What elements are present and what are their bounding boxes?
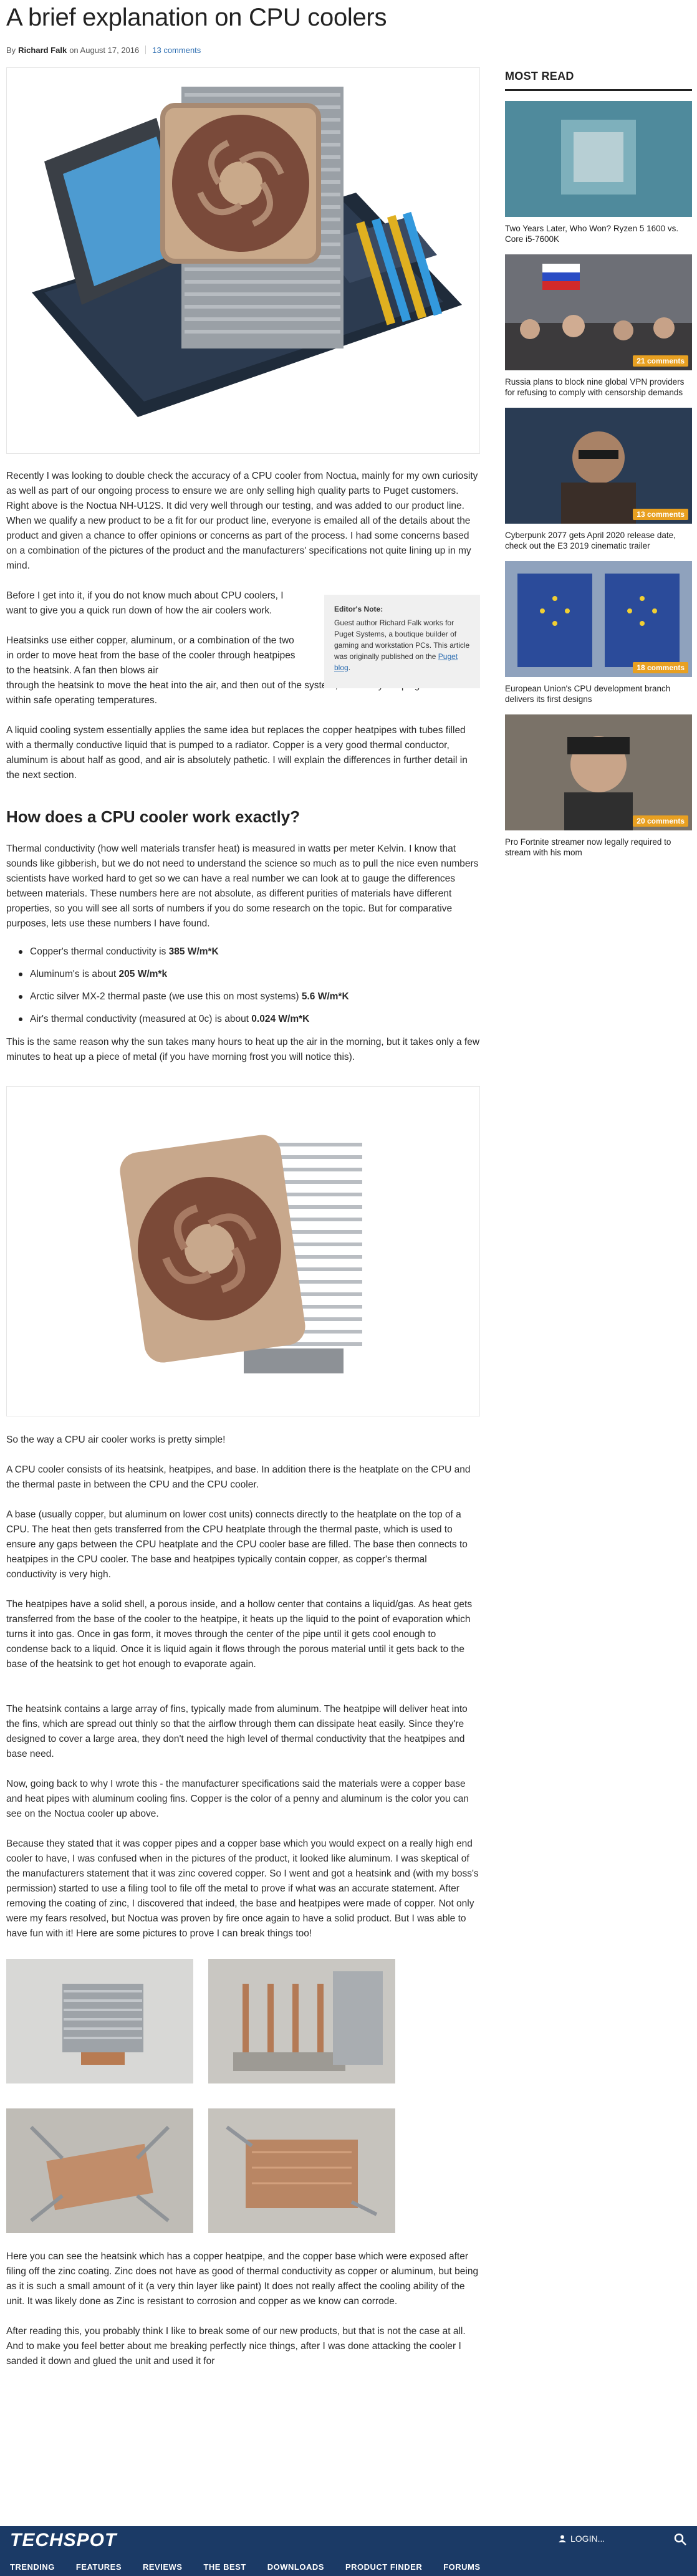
fact-value: 5.6 W/m*K: [301, 991, 349, 1002]
comments-badge: 18 comments: [633, 662, 688, 673]
paragraph-simple: So the way a CPU air cooler works is pre…: [6, 1435, 226, 1445]
most-read-caption[interactable]: Pro Fortnite streamer now legally requir…: [505, 837, 692, 858]
most-read-thumbnail[interactable]: 20 comments: [505, 714, 692, 830]
search-button[interactable]: [673, 2532, 687, 2546]
list-item: Air's thermal conductivity (measured at …: [19, 1012, 480, 1026]
paragraph-after: After reading this, you probably think I…: [6, 2326, 466, 2367]
conductivity-list: Copper's thermal conductivity is 385 W/m…: [19, 945, 480, 1026]
comments-badge: 13 comments: [633, 509, 688, 520]
article-title: A brief explanation on CPU coolers: [6, 4, 387, 31]
login-label: LOGIN...: [570, 2534, 605, 2544]
user-icon: [559, 2535, 566, 2542]
teardown-photo[interactable]: [6, 2108, 193, 2233]
footer-nav: TRENDING FEATURES REVIEWS THE BEST DOWNL…: [0, 2557, 697, 2576]
most-read-caption[interactable]: European Union's CPU development branch …: [505, 683, 692, 704]
teardown-photo[interactable]: [6, 1959, 193, 2083]
section-heading: How does a CPU cooler work exactly?: [6, 807, 300, 826]
author-link[interactable]: Richard Falk: [18, 46, 67, 55]
nav-the-best[interactable]: THE BEST: [203, 2562, 246, 2572]
byline-divider: [145, 46, 147, 54]
paragraph-liquid: A liquid cooling system essentially appl…: [6, 725, 468, 781]
nav-forums[interactable]: FORUMS: [443, 2562, 480, 2572]
intro-wrap: Before I get into it, if you do not know…: [6, 589, 480, 708]
fact-label: Arctic silver MX-2 thermal paste (we use…: [30, 991, 302, 1002]
comments-badge: 21 comments: [633, 355, 688, 367]
editors-note-title: Editor's Note:: [334, 605, 383, 613]
cpu-chip-image: [505, 101, 692, 217]
login-button[interactable]: LOGIN...: [558, 2534, 605, 2544]
paragraph-sun: This is the same reason why the sun take…: [6, 1037, 480, 1062]
site-logo[interactable]: TECHSPOT: [10, 2530, 117, 2551]
paragraph-heatpipes: The heatpipes have a solid shell, a poro…: [6, 1599, 473, 1670]
paragraph-filing: Because they stated that it was copper p…: [6, 1838, 479, 1939]
noctua-cooler-image: [6, 1086, 480, 1416]
eu-flags-image: [505, 561, 692, 677]
most-read-thumbnail[interactable]: 18 comments: [505, 561, 692, 677]
most-read-item[interactable]: 18 comments European Union's CPU develop…: [505, 561, 692, 704]
fact-value: 0.024 W/m*K: [251, 1014, 310, 1024]
sidebar-title: MOST READ: [505, 70, 692, 91]
most-read-item[interactable]: Two Years Later, Who Won? Ryzen 5 1600 v…: [505, 101, 692, 244]
byline-prefix: By: [6, 45, 16, 55]
protest-crowd-image: [505, 254, 692, 370]
fact-label: Aluminum's is about: [30, 969, 119, 979]
heatsink-side-photo: [6, 1959, 193, 2083]
copper-base-photo: [6, 2108, 193, 2233]
paragraph-before: Before I get into it, if you do not know…: [6, 590, 284, 616]
paragraph-base: A base (usually copper, but aluminum on …: [6, 1509, 468, 1580]
search-icon: [674, 2533, 686, 2545]
most-read-caption[interactable]: Cyberpunk 2077 gets April 2020 release d…: [505, 530, 692, 551]
heatpipes-closeup-photo: [208, 1959, 395, 2083]
publish-date: on August 17, 2016: [69, 45, 140, 55]
nav-downloads[interactable]: DOWNLOADS: [267, 2562, 324, 2572]
fact-value: 385 W/m*K: [168, 946, 219, 957]
most-read-thumbnail[interactable]: [505, 101, 692, 217]
noctua-fan-illustration: [7, 1087, 479, 1416]
paragraph-specs: Now, going back to why I wrote this - th…: [6, 1779, 469, 1819]
nav-reviews[interactable]: REVIEWS: [143, 2562, 182, 2572]
nav-product-finder[interactable]: PRODUCT FINDER: [345, 2562, 422, 2572]
teardown-photo[interactable]: [208, 2108, 395, 2233]
cyberpunk-character-image: [505, 408, 692, 524]
comments-badge: 20 comments: [633, 815, 688, 827]
cooler-motherboard-illustration: [7, 68, 479, 453]
nav-trending[interactable]: TRENDING: [10, 2562, 55, 2572]
hero-image: [6, 67, 480, 454]
list-item: Arctic silver MX-2 thermal paste (we use…: [19, 990, 480, 1004]
fact-label: Copper's thermal conductivity is: [30, 946, 169, 957]
teardown-photo-grid: [6, 1959, 405, 2233]
nav-features[interactable]: FEATURES: [76, 2562, 122, 2572]
list-item: Aluminum's is about 205 W/m*k: [19, 968, 480, 981]
paragraph-consists: A CPU cooler consists of its heatsink, h…: [6, 1464, 471, 1490]
article: A brief explanation on CPU coolers By Ri…: [6, 0, 480, 2369]
editors-note-end: .: [348, 663, 351, 672]
most-read-caption[interactable]: Two Years Later, Who Won? Ryzen 5 1600 v…: [505, 223, 692, 244]
editors-note: Editor's Note: Guest author Richard Falk…: [324, 595, 480, 688]
most-read-thumbnail[interactable]: 21 comments: [505, 254, 692, 370]
paragraph-intro: Recently I was looking to double check t…: [6, 471, 478, 571]
most-read-item[interactable]: 21 comments Russia plans to block nine g…: [505, 254, 692, 398]
paragraph-thermal: Thermal conductivity (how well materials…: [6, 843, 479, 929]
fact-value: 205 W/m*k: [118, 969, 168, 979]
list-item: Copper's thermal conductivity is 385 W/m…: [19, 945, 480, 959]
page: A brief explanation on CPU coolers By Ri…: [0, 0, 697, 2576]
streamer-image: [505, 714, 692, 830]
paragraph-heatsinks: Heatsinks use either copper, aluminum, o…: [6, 635, 296, 676]
teardown-photo[interactable]: [208, 1959, 395, 2083]
fact-label: Air's thermal conductivity (measured at …: [30, 1014, 252, 1024]
paragraph-heatsink-fins: The heatsink contains a large array of f…: [6, 1704, 468, 1759]
byline: By Richard Falk on August 17, 2016 13 co…: [6, 44, 480, 56]
sidebar-most-read: MOST READ Two Years Later, Who Won? Ryze…: [505, 70, 692, 858]
most-read-caption[interactable]: Russia plans to block nine global VPN pr…: [505, 377, 692, 398]
most-read-thumbnail[interactable]: 13 comments: [505, 408, 692, 524]
most-read-item[interactable]: 13 comments Cyberpunk 2077 gets April 20…: [505, 408, 692, 551]
copper-base-angle-photo: [208, 2108, 395, 2233]
most-read-item[interactable]: 20 comments Pro Fortnite streamer now le…: [505, 714, 692, 858]
site-footer-bar: TECHSPOT LOGIN... TRENDING FEATURES REVI…: [0, 2526, 697, 2576]
paragraph-exposed: Here you can see the heatsink which has …: [6, 2251, 479, 2307]
comments-link[interactable]: 13 comments: [152, 46, 201, 55]
